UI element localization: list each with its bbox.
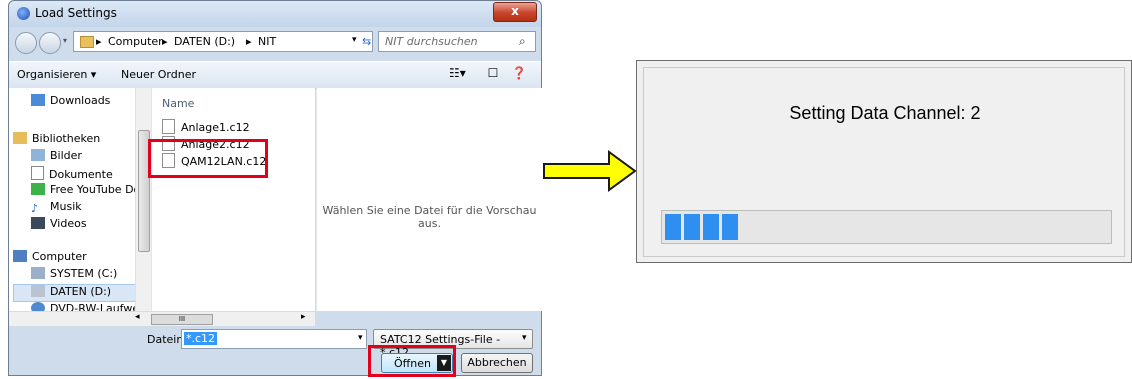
view-options-icon[interactable]: ☷▾ bbox=[449, 66, 466, 82]
file-highlight-box bbox=[148, 139, 268, 178]
back-button[interactable] bbox=[15, 32, 37, 54]
progress-segment bbox=[665, 214, 681, 240]
nav-item-dokumente[interactable]: Dokumente bbox=[31, 166, 113, 182]
nav-item-musik[interactable]: ♪ Musik bbox=[31, 200, 82, 216]
help-icon[interactable]: ❓ bbox=[511, 66, 527, 82]
breadcrumb-separator: ▸ bbox=[246, 35, 252, 48]
app-icon bbox=[17, 7, 30, 20]
search-placeholder: NIT durchsuchen bbox=[385, 35, 478, 48]
hscroll-thumb[interactable]: III bbox=[151, 314, 213, 325]
filename-dropdown-icon[interactable]: ▾ bbox=[358, 333, 363, 343]
progress-panel: Setting Data Channel: 2 bbox=[643, 67, 1125, 257]
nav-item-label: Dokumente bbox=[49, 168, 113, 181]
load-settings-dialog: Load Settings x ▾ ▸ Computer ▸ DATEN (D:… bbox=[8, 0, 542, 376]
nav-item-free-youtube[interactable]: Free YouTube Do bbox=[31, 183, 140, 199]
nav-item-label: Downloads bbox=[50, 94, 111, 107]
cancel-button[interactable]: Abbrechen bbox=[461, 353, 533, 373]
address-bar[interactable]: ▸ Computer ▸ DATEN (D:) ▸ NIT ▾ ⇆ bbox=[73, 31, 373, 52]
nav-item-label: SYSTEM (C:) bbox=[50, 267, 118, 280]
drive-icon bbox=[31, 285, 45, 297]
title-bar: Load Settings x bbox=[9, 1, 541, 27]
filename-value: *.c12 bbox=[184, 332, 218, 345]
address-dropdown-icon[interactable]: ▾ bbox=[352, 35, 357, 45]
search-icon[interactable]: ⌕ bbox=[519, 34, 526, 49]
documents-icon bbox=[31, 166, 44, 180]
navigation-pane: Downloads Bibliotheken Bilder Dokumente … bbox=[9, 88, 152, 311]
nav-item-label: Computer bbox=[32, 250, 87, 263]
preview-pane: Wählen Sie eine Datei für die Vorschau a… bbox=[316, 88, 542, 311]
forward-button[interactable] bbox=[39, 32, 61, 54]
file-icon bbox=[162, 119, 175, 134]
toolbar: Organisieren ▾ Neuer Ordner ☷▾ ☐ ❓ bbox=[9, 61, 541, 89]
new-folder-button[interactable]: Neuer Ordner bbox=[121, 68, 196, 81]
computer-icon bbox=[13, 250, 27, 262]
nav-item-system-c[interactable]: SYSTEM (C:) bbox=[31, 267, 117, 283]
breadcrumb-computer[interactable]: Computer bbox=[108, 35, 163, 48]
progress-window: Setting Data Channel: 2 bbox=[636, 60, 1132, 263]
open-button-highlight-box bbox=[368, 345, 456, 377]
libraries-icon bbox=[13, 132, 27, 144]
nav-item-label: Videos bbox=[50, 217, 87, 230]
downloads-folder-icon bbox=[31, 94, 45, 106]
recent-pages-dropdown-icon[interactable]: ▾ bbox=[63, 36, 67, 45]
dvd-drive-icon bbox=[31, 302, 45, 311]
horizontal-scrollbar[interactable]: ◂ III ▸ bbox=[9, 311, 315, 326]
scroll-left-icon[interactable]: ◂ bbox=[135, 312, 140, 322]
progress-bar bbox=[661, 210, 1112, 244]
nav-item-label: DVD-RW-Laufwe bbox=[50, 302, 140, 311]
pictures-icon bbox=[31, 149, 45, 161]
app-icon bbox=[31, 183, 45, 195]
progress-segment bbox=[684, 214, 700, 240]
breadcrumb-separator: ▸ bbox=[162, 35, 168, 48]
filename-input[interactable]: *.c12 ▾ bbox=[181, 329, 367, 349]
organize-menu[interactable]: Organisieren ▾ bbox=[17, 68, 96, 81]
folder-icon bbox=[80, 36, 94, 48]
nav-item-daten-d[interactable]: DATEN (D:) bbox=[31, 285, 111, 301]
breadcrumb-separator: ▸ bbox=[96, 35, 102, 48]
nav-item-downloads[interactable]: Downloads bbox=[31, 94, 110, 110]
nav-item-videos[interactable]: Videos bbox=[31, 217, 87, 233]
breadcrumb-nit[interactable]: NIT bbox=[258, 35, 276, 48]
progress-segment bbox=[722, 214, 738, 240]
nav-item-label: DATEN (D:) bbox=[50, 285, 112, 298]
file-name: Anlage1.c12 bbox=[181, 121, 250, 134]
search-input[interactable]: NIT durchsuchen ⌕ bbox=[378, 31, 536, 52]
yellow-arrow-icon bbox=[543, 150, 637, 192]
preview-message: Wählen Sie eine Datei für die Vorschau a… bbox=[322, 204, 537, 230]
breadcrumb-daten[interactable]: DATEN (D:) bbox=[174, 35, 235, 48]
name-column-header[interactable]: Name bbox=[162, 97, 194, 110]
scroll-right-icon[interactable]: ▸ bbox=[301, 312, 306, 322]
nav-item-label: Bibliotheken bbox=[32, 132, 101, 145]
drive-icon bbox=[31, 267, 45, 279]
progress-status-text: Setting Data Channel: 2 bbox=[789, 103, 981, 123]
music-icon: ♪ bbox=[31, 202, 39, 215]
dialog-title: Load Settings bbox=[35, 6, 117, 20]
videos-icon bbox=[31, 217, 45, 229]
nav-item-label: Free YouTube Do bbox=[50, 183, 141, 196]
nav-item-bilder[interactable]: Bilder bbox=[31, 149, 82, 165]
nav-scrollbar[interactable] bbox=[135, 88, 151, 311]
nav-item-label: Musik bbox=[50, 200, 82, 213]
preview-pane-icon[interactable]: ☐ bbox=[485, 66, 501, 82]
refresh-icon[interactable]: ⇆ bbox=[362, 35, 371, 48]
progress-segment bbox=[703, 214, 719, 240]
file-item[interactable]: Anlage1.c12 bbox=[162, 119, 250, 134]
nav-item-computer[interactable]: Computer bbox=[13, 250, 87, 266]
nav-item-dvd[interactable]: DVD-RW-Laufwe bbox=[31, 302, 139, 311]
close-button[interactable]: x bbox=[493, 2, 537, 22]
nav-item-label: Bilder bbox=[50, 149, 82, 162]
filetype-dropdown-icon: ▾ bbox=[522, 333, 527, 343]
nav-item-bibliotheken[interactable]: Bibliotheken bbox=[13, 132, 100, 148]
file-list: Name Anlage1.c12 Anlage2.c12 QAM12LAN.c1… bbox=[152, 88, 315, 311]
